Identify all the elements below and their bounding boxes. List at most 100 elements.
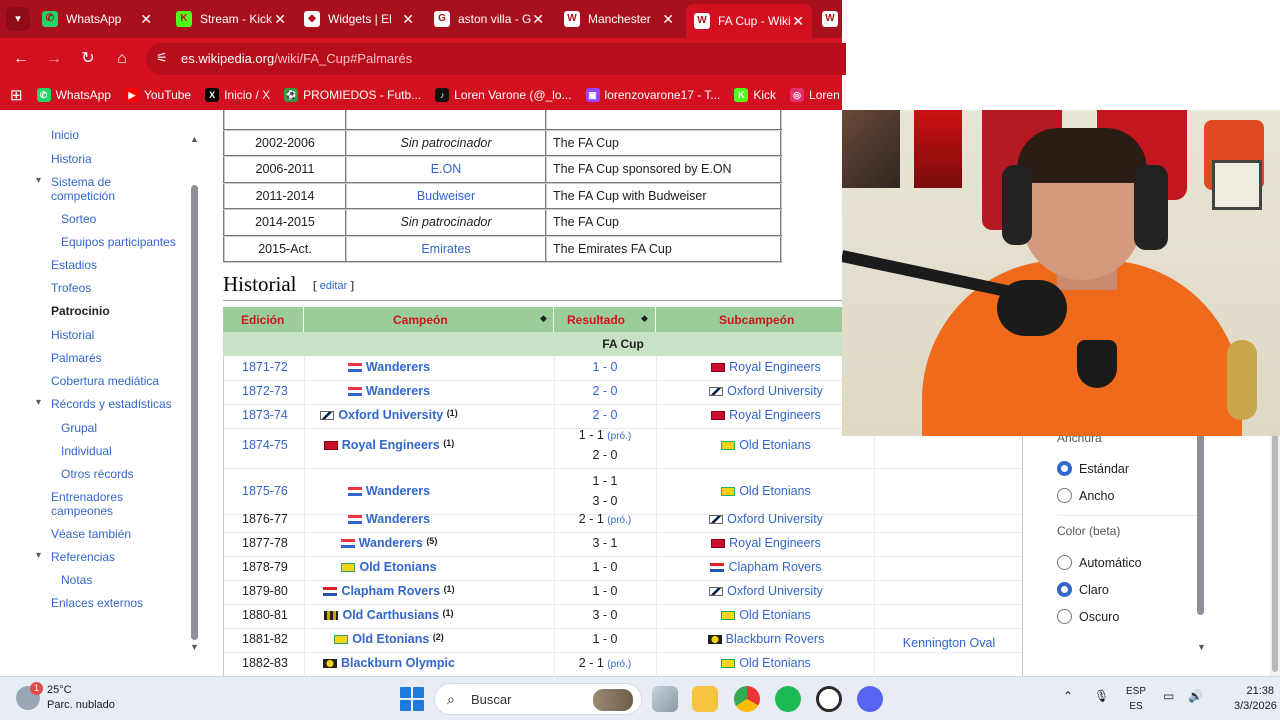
browser-tab[interactable]: W FA Cup - Wiki ✕ (686, 4, 812, 38)
browser-tab[interactable]: K Stream - Kick ✕ (168, 4, 294, 34)
champion-cell[interactable]: Wanderers (5) (224, 536, 554, 550)
runner-up-cell[interactable]: Old Etonians (656, 608, 876, 622)
toc-item[interactable]: Individual (61, 444, 112, 458)
browser-tab[interactable]: ✆ WhatsApp ✕ (34, 4, 160, 34)
bookmark-item[interactable]: ✆ WhatsApp (36, 88, 111, 102)
bookmark-item[interactable]: K Kick (734, 88, 776, 102)
file-explorer-icon[interactable] (692, 686, 718, 712)
champion-name[interactable]: Blackburn Olympic (341, 656, 455, 670)
bookmark-item[interactable]: ▣ lorenzovarone17 - T... (585, 88, 720, 102)
toc-item[interactable]: Sistema de competición (51, 175, 115, 203)
runner-up-name[interactable]: Oxford University (727, 584, 823, 598)
bookmark-item[interactable]: ▶ YouTube (124, 88, 191, 102)
chevron-down-icon[interactable]: ▾ (36, 550, 41, 561)
scroll-up-icon[interactable]: ▲ (190, 134, 199, 144)
champion-cell[interactable]: Royal Engineers (1) (224, 438, 554, 452)
runner-up-name[interactable]: Oxford University (727, 384, 823, 398)
discord-icon[interactable] (857, 686, 883, 712)
radio-option[interactable]: Automático (1057, 555, 1142, 570)
champion-cell[interactable]: Wanderers (224, 360, 554, 374)
toc-item[interactable]: Trofeos (51, 281, 91, 295)
toc-scrollbar[interactable] (191, 185, 198, 640)
toc-item[interactable]: Patrocinio (51, 304, 110, 318)
champion-cell[interactable]: Old Carthusians (1) (224, 608, 554, 622)
runner-up-cell[interactable]: Clapham Rovers (656, 560, 876, 574)
toc-item[interactable]: Equipos participantes (61, 235, 176, 249)
close-icon[interactable]: ✕ (662, 11, 674, 28)
scroll-down-icon[interactable]: ▼ (190, 642, 199, 652)
close-icon[interactable]: ✕ (274, 11, 286, 28)
network-icon[interactable]: ▭ (1163, 689, 1174, 703)
bookmark-item[interactable]: X Inicio / X (205, 88, 270, 102)
champion-name[interactable]: Wanderers (366, 360, 430, 374)
runner-up-cell[interactable]: Oxford University (656, 512, 876, 526)
result-cell[interactable]: 1 - 0 (554, 360, 656, 374)
weather-temperature[interactable]: 25°C (47, 684, 72, 696)
sort-icon[interactable]: ◆ (641, 313, 648, 324)
extra-time-link[interactable]: (pró.) (607, 515, 631, 526)
runner-up-cell[interactable]: Oxford University (656, 584, 876, 598)
toc-item[interactable]: Referencias (51, 550, 115, 564)
browser-tab[interactable]: ◆ Widgets | El ✕ (296, 4, 422, 34)
close-icon[interactable]: ✕ (792, 13, 804, 30)
radio-option[interactable]: Estándar (1057, 461, 1129, 476)
column-subcampeon[interactable]: Subcampeón (719, 313, 794, 327)
sponsor-name[interactable]: Budweiser (345, 181, 547, 210)
column-resultado[interactable]: Resultado (567, 313, 625, 327)
forward-arrow-icon[interactable]: → (43, 48, 65, 70)
bookmark-item[interactable]: ⚽ PROMIEDOS - Futb... (284, 88, 421, 102)
toc-item[interactable]: Entrenadores campeones (51, 490, 123, 518)
close-icon[interactable]: ✕ (532, 11, 544, 28)
browser-tab[interactable]: W (814, 4, 842, 34)
toc-item[interactable]: Historia (51, 152, 92, 166)
spotify-icon[interactable] (775, 686, 801, 712)
system-clock[interactable]: 21:38 3/3/2026 (1234, 684, 1277, 714)
champion-cell[interactable]: Clapham Rovers (1) (224, 584, 554, 598)
input-language[interactable]: ESP ES (1126, 684, 1146, 714)
toc-item[interactable]: Récords y estadísticas (51, 397, 172, 411)
champion-name[interactable]: Wanderers (359, 536, 423, 550)
back-arrow-icon[interactable]: ← (10, 48, 32, 70)
sort-icon[interactable]: ◆ (540, 313, 547, 324)
volume-icon[interactable]: 🔊 (1188, 689, 1203, 703)
runner-up-cell[interactable]: Old Etonians (656, 484, 876, 498)
runner-up-name[interactable]: Old Etonians (739, 656, 811, 670)
radio-checked-icon[interactable] (1057, 582, 1072, 597)
runner-up-name[interactable]: Oxford University (727, 512, 823, 526)
radio-option[interactable]: Ancho (1057, 488, 1114, 503)
bookmark-item[interactable]: ♪ Loren Varone (@_lo... (435, 88, 572, 102)
runner-up-name[interactable]: Old Etonians (739, 438, 811, 452)
browser-tab[interactable]: W Manchester ✕ (556, 4, 682, 34)
chevron-down-icon[interactable]: ▾ (36, 397, 41, 408)
microphone-icon[interactable]: 🎙 (1094, 689, 1109, 703)
runner-up-cell[interactable]: Old Etonians (656, 656, 876, 670)
runner-up-name[interactable]: Royal Engineers (729, 536, 821, 550)
windows-start-icon[interactable] (400, 687, 424, 711)
runner-up-cell[interactable]: Blackburn Rovers (656, 632, 876, 646)
site-info-icon[interactable]: ⚟ (156, 50, 168, 66)
apps-grid-icon[interactable]: ⊞ (10, 86, 23, 104)
champion-name[interactable]: Old Etonians (359, 560, 436, 574)
champion-cell[interactable]: Wanderers (224, 484, 554, 498)
tab-search-chevron-icon[interactable]: ▾ (6, 7, 30, 31)
radio-unchecked-icon[interactable] (1057, 609, 1072, 624)
runner-up-name[interactable]: Old Etonians (739, 484, 811, 498)
toc-item[interactable]: Enlaces externos (51, 596, 143, 610)
champion-cell[interactable]: Old Etonians (2) (224, 632, 554, 646)
weather-description[interactable]: Parc. nublado (47, 699, 115, 711)
runner-up-name[interactable]: Clapham Rovers (728, 560, 821, 574)
edit-section-link[interactable]: [ editar ] (313, 280, 354, 292)
champion-name[interactable]: Royal Engineers (342, 438, 440, 452)
toc-item[interactable]: Palmarés (51, 351, 102, 365)
show-hidden-icons-chevron-icon[interactable]: ⌃ (1063, 689, 1073, 703)
radio-option[interactable]: Oscuro (1057, 609, 1119, 624)
extra-time-link[interactable]: (pró.) (607, 659, 631, 670)
address-bar[interactable]: ⚟ es.wikipedia.org/wiki/FA_Cup#Palmarés (146, 43, 846, 75)
runner-up-cell[interactable]: Royal Engineers (656, 536, 876, 550)
toc-item[interactable]: Sorteo (61, 212, 96, 226)
chrome-icon[interactable] (734, 686, 760, 712)
task-view-icon[interactable] (652, 686, 678, 712)
champion-cell[interactable]: Oxford University (1) (224, 408, 554, 422)
runner-up-name[interactable]: Royal Engineers (729, 408, 821, 422)
close-icon[interactable]: ✕ (140, 11, 152, 28)
